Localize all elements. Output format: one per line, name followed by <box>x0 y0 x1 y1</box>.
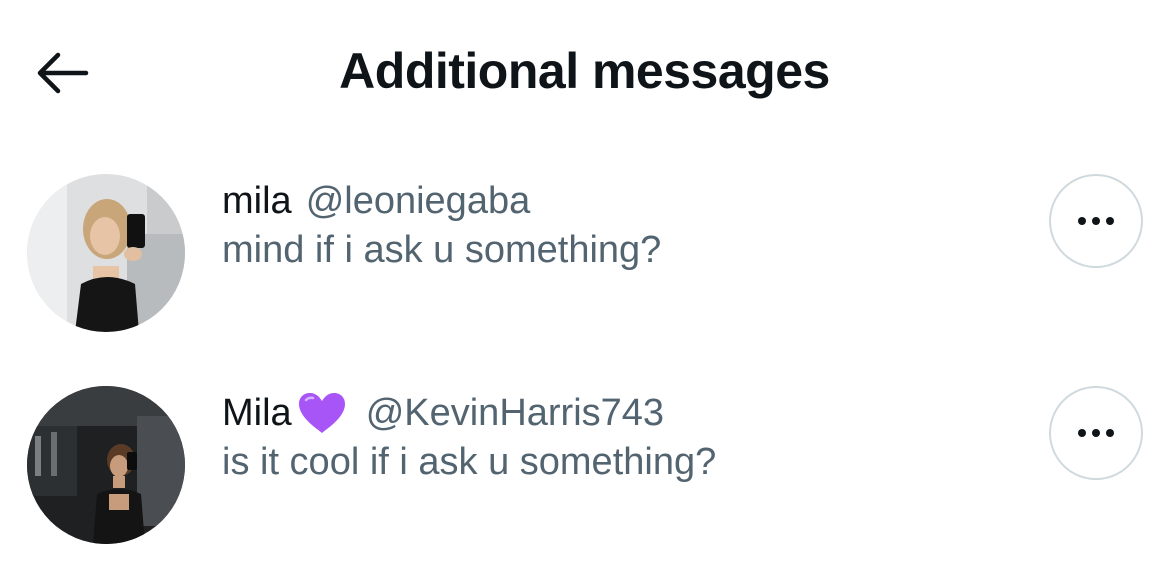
avatar[interactable] <box>27 386 185 544</box>
message-request-text: Mila @KevinHarris743 is it cool if i ask… <box>222 390 1009 488</box>
message-request-row[interactable]: mila @leoniegaba mind if i ask u somethi… <box>0 152 1169 352</box>
more-horizontal-icon <box>1078 217 1114 225</box>
message-preview: mind if i ask u something? <box>222 229 662 271</box>
handle: @leoniegaba <box>305 180 531 222</box>
name-line: mila @leoniegaba <box>222 178 1009 224</box>
handle: @KevinHarris743 <box>365 392 665 434</box>
more-options-button[interactable] <box>1049 386 1143 480</box>
additional-messages-screen: Additional messages mila @leoniegaba min… <box>0 0 1169 576</box>
more-horizontal-icon <box>1078 429 1114 437</box>
display-name: Mila <box>222 392 292 434</box>
message-preview: is it cool if i ask u something? <box>222 441 717 483</box>
name-line: Mila @KevinHarris743 <box>222 390 1009 436</box>
message-request-row[interactable]: Mila @KevinHarris743 is it cool if i ask… <box>0 364 1169 564</box>
purple-heart-icon <box>298 393 345 433</box>
display-name: mila <box>222 180 292 222</box>
header: Additional messages <box>0 0 1169 140</box>
avatar[interactable] <box>27 174 185 332</box>
message-request-text: mila @leoniegaba mind if i ask u somethi… <box>222 178 1009 276</box>
page-title: Additional messages <box>339 43 830 99</box>
more-options-button[interactable] <box>1049 174 1143 268</box>
